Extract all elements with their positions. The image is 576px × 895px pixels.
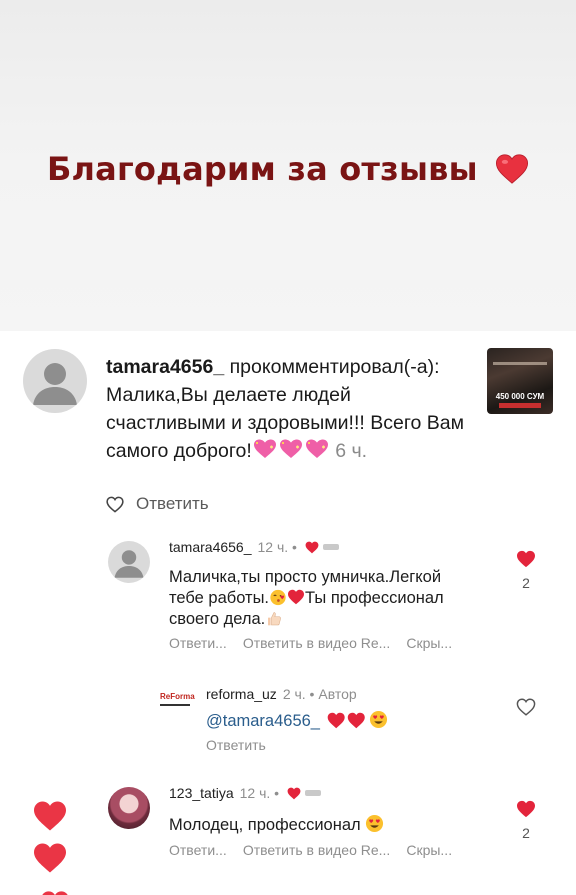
notification-text: tamara4656_ прокомментировал(-а): Малика… bbox=[106, 353, 476, 468]
comment-actions: Ответи... Ответить в видео Re... Скры... bbox=[169, 842, 452, 858]
reply-button[interactable]: Ответи... bbox=[169, 842, 227, 858]
avatar[interactable] bbox=[23, 349, 87, 413]
comment-like[interactable] bbox=[514, 698, 538, 719]
comment-text-part: Молодец, профессионал bbox=[169, 816, 361, 834]
notification-age: 6 ч. bbox=[329, 440, 368, 462]
avatar[interactable] bbox=[108, 787, 150, 829]
like-count: 2 bbox=[522, 575, 530, 591]
hide-button[interactable]: Скры... bbox=[406, 635, 452, 651]
post-thumbnail[interactable]: 450 000 СУМ bbox=[487, 348, 553, 414]
notification-username[interactable]: tamara4656_ bbox=[106, 356, 224, 378]
thumbs-up-icon bbox=[265, 610, 283, 628]
comment-notification[interactable]: tamara4656_ прокомментировал(-а): Малика… bbox=[0, 331, 576, 541]
comment-thread: tamara4656_ 12 ч. • Маличка,ты просто ум… bbox=[96, 536, 558, 895]
heart-icon bbox=[287, 589, 305, 607]
sparkling-heart-icon bbox=[252, 438, 330, 468]
thumbnail-red-bar bbox=[499, 403, 541, 408]
story-headline: Благодарим за отзывы bbox=[0, 150, 576, 193]
reply-with-reel-button[interactable]: Ответить в видео Re... bbox=[243, 842, 391, 858]
heart-icon bbox=[325, 712, 369, 730]
comment-text: Молодец, профессионал bbox=[169, 814, 384, 836]
author-liked-heart-icon bbox=[305, 541, 339, 554]
instagram-screenshot-card: tamara4656_ прокомментировал(-а): Малика… bbox=[0, 331, 576, 895]
heart-eyes-icon bbox=[369, 710, 388, 730]
heart-filled-icon[interactable] bbox=[516, 800, 536, 818]
heart-icon bbox=[495, 153, 529, 193]
heart-outline-icon[interactable] bbox=[516, 698, 536, 716]
comment-time: 12 ч. • bbox=[257, 539, 297, 555]
author-liked-heart-icon bbox=[287, 787, 322, 800]
author-mini-avatar bbox=[305, 790, 322, 796]
author-mini-avatar bbox=[322, 544, 339, 550]
comment-username[interactable]: 123_tatiya bbox=[169, 785, 234, 801]
user-mention[interactable]: @tamara4656_ bbox=[206, 712, 320, 730]
reply-button[interactable]: Ответить bbox=[106, 494, 209, 514]
comment-header: 123_tatiya 12 ч. • bbox=[169, 785, 322, 801]
comment-time: 2 ч. • Автор bbox=[282, 686, 357, 702]
floating-heart-icon bbox=[40, 886, 70, 895]
comment-like[interactable]: 2 bbox=[514, 550, 538, 591]
reply-button[interactable]: Ответи... bbox=[169, 635, 227, 651]
floating-heart-icon bbox=[32, 842, 68, 879]
reforma-logo[interactable]: ReForma bbox=[160, 692, 196, 712]
reply-button[interactable]: Ответить bbox=[206, 737, 266, 753]
floating-heart-icon bbox=[32, 800, 68, 837]
comment-text: Маличка,ты просто умничка.Легкой тебе ра… bbox=[169, 567, 469, 630]
heart-eyes-icon bbox=[365, 814, 384, 834]
hide-button[interactable]: Скры... bbox=[406, 842, 452, 858]
comment-time: 12 ч. • bbox=[239, 785, 280, 801]
headline-text: Благодарим за отзывы bbox=[46, 150, 478, 188]
like-count: 2 bbox=[522, 825, 530, 841]
reply-with-reel-button[interactable]: Ответить в видео Re... bbox=[243, 635, 391, 651]
comment-actions: Ответи... Ответить в видео Re... Скры... bbox=[169, 635, 452, 651]
heart-filled-icon[interactable] bbox=[516, 550, 536, 568]
comment-username[interactable]: tamara4656_ bbox=[169, 539, 252, 555]
comment-actions: Ответить bbox=[206, 737, 266, 753]
comment-username[interactable]: reforma_uz bbox=[206, 686, 277, 702]
comment-header: reforma_uz 2 ч. • Автор bbox=[206, 686, 357, 702]
default-avatar-icon bbox=[33, 363, 77, 405]
avatar[interactable] bbox=[108, 541, 150, 583]
reply-label[interactable]: Ответить bbox=[136, 494, 209, 514]
logo-text: ReForma bbox=[160, 692, 195, 701]
notification-action: прокомментировал(-а): bbox=[224, 356, 440, 378]
comment-text: @tamara4656_ bbox=[206, 710, 388, 732]
heart-outline-icon[interactable] bbox=[106, 496, 124, 513]
thumbnail-caption-bar bbox=[493, 362, 547, 365]
comment-like[interactable]: 2 bbox=[514, 800, 538, 841]
thumbnail-price: 450 000 СУМ bbox=[495, 392, 545, 401]
comment-header: tamara4656_ 12 ч. • bbox=[169, 539, 339, 555]
default-avatar-icon bbox=[114, 550, 144, 578]
kissing-face-icon bbox=[269, 589, 287, 607]
